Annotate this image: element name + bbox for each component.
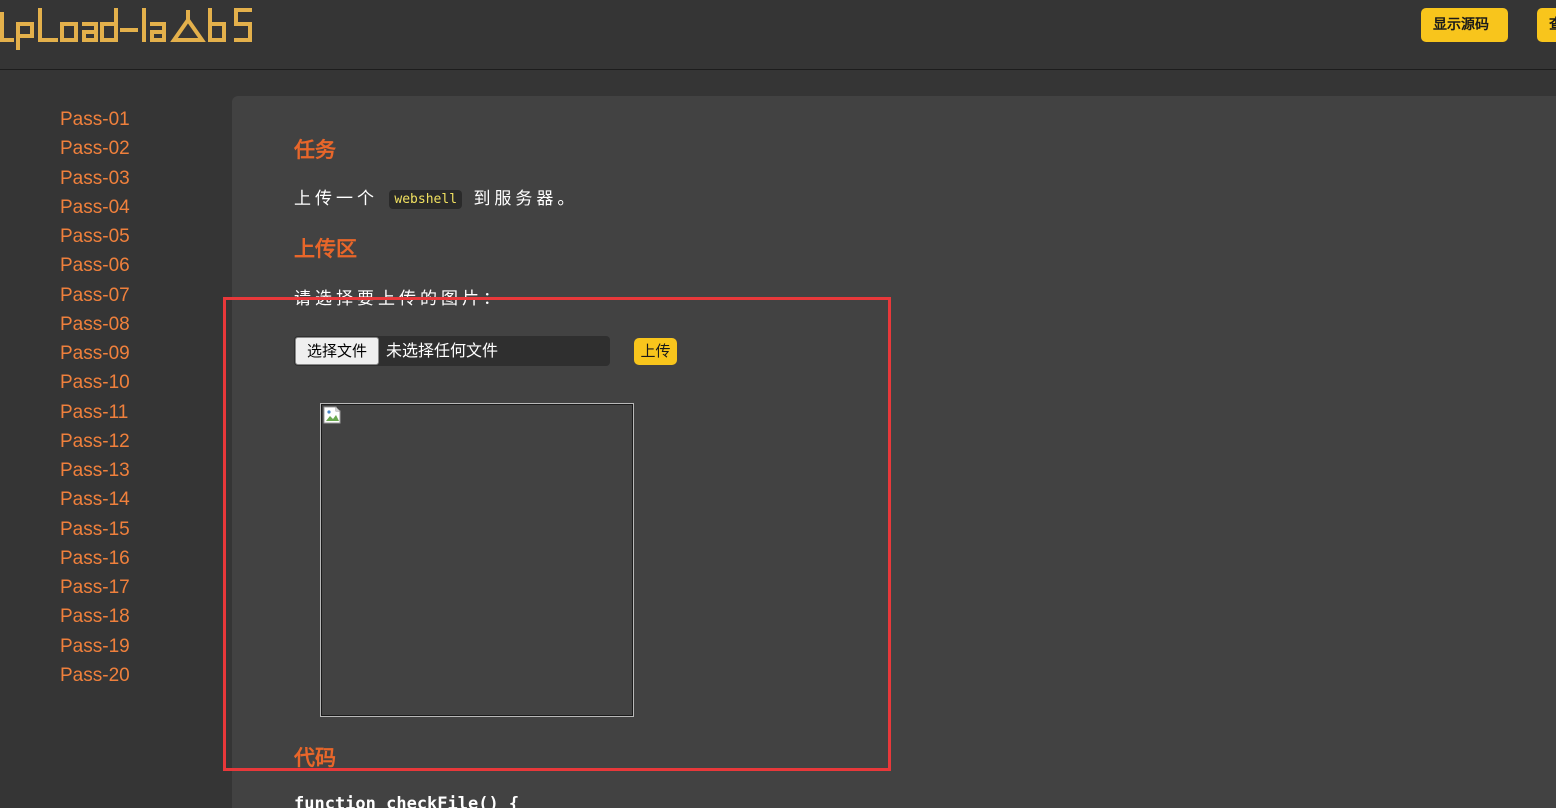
sidebar-item-pass-16[interactable]: Pass-16 bbox=[60, 544, 130, 573]
sidebar-item-pass-05[interactable]: Pass-05 bbox=[60, 222, 130, 251]
upload-prompt: 请选择要上传的图片： bbox=[294, 289, 504, 309]
sidebar-item-pass-12[interactable]: Pass-12 bbox=[60, 427, 130, 456]
sidebar-item-pass-04[interactable]: Pass-04 bbox=[60, 193, 130, 222]
choose-file-button[interactable]: 选择文件 bbox=[295, 337, 379, 365]
sidebar-item-pass-17[interactable]: Pass-17 bbox=[60, 573, 130, 602]
sidebar-item-pass-06[interactable]: Pass-06 bbox=[60, 251, 130, 280]
file-status-text: 未选择任何文件 bbox=[386, 341, 499, 360]
file-input[interactable]: 选择文件 未选择任何文件 bbox=[294, 336, 610, 366]
sidebar-item-pass-14[interactable]: Pass-14 bbox=[60, 485, 130, 514]
broken-image-icon bbox=[323, 406, 341, 424]
sidebar-item-pass-07[interactable]: Pass-07 bbox=[60, 281, 130, 310]
sidebar-item-pass-11[interactable]: Pass-11 bbox=[60, 398, 130, 427]
sidebar-item-pass-02[interactable]: Pass-02 bbox=[60, 134, 130, 163]
sidebar-item-pass-19[interactable]: Pass-19 bbox=[60, 632, 130, 661]
pass-list: Pass-01 Pass-02 Pass-03 Pass-04 Pass-05 … bbox=[60, 105, 130, 690]
upload-area-heading: 上传区 bbox=[294, 237, 357, 261]
webshell-code: webshell bbox=[389, 189, 463, 209]
sidebar-item-pass-01[interactable]: Pass-01 bbox=[60, 105, 130, 134]
sidebar-item-pass-20[interactable]: Pass-20 bbox=[60, 661, 130, 690]
upload-labs-logo[interactable] bbox=[0, 2, 272, 50]
sidebar: Pass-01 Pass-02 Pass-03 Pass-04 Pass-05 … bbox=[0, 70, 232, 808]
image-preview bbox=[320, 403, 634, 717]
sidebar-item-pass-15[interactable]: Pass-15 bbox=[60, 515, 130, 544]
sidebar-item-pass-18[interactable]: Pass-18 bbox=[60, 602, 130, 631]
upload-submit-button[interactable]: 上传 bbox=[634, 338, 677, 365]
sidebar-item-pass-03[interactable]: Pass-03 bbox=[60, 164, 130, 193]
top-header: 显示源码 查看提示 bbox=[0, 0, 1556, 70]
show-source-button[interactable]: 显示源码 bbox=[1421, 8, 1508, 42]
task-text-before: 上传一个 bbox=[294, 189, 378, 209]
sidebar-item-pass-13[interactable]: Pass-13 bbox=[60, 456, 130, 485]
code-heading: 代码 bbox=[294, 746, 336, 770]
main-content: 任务 上传一个 webshell 到服务器。 上传区 请选择要上传的图片： 选择… bbox=[232, 96, 1556, 808]
view-hint-button[interactable]: 查看提示 bbox=[1537, 8, 1556, 42]
sidebar-item-pass-08[interactable]: Pass-08 bbox=[60, 310, 130, 339]
sidebar-item-pass-10[interactable]: Pass-10 bbox=[60, 368, 130, 397]
task-description: 上传一个 webshell 到服务器。 bbox=[294, 184, 578, 209]
task-text-after: 到服务器。 bbox=[473, 189, 579, 209]
sidebar-item-pass-09[interactable]: Pass-09 bbox=[60, 339, 130, 368]
task-heading: 任务 bbox=[294, 138, 336, 162]
code-first-line: function checkFile() { bbox=[294, 794, 520, 808]
